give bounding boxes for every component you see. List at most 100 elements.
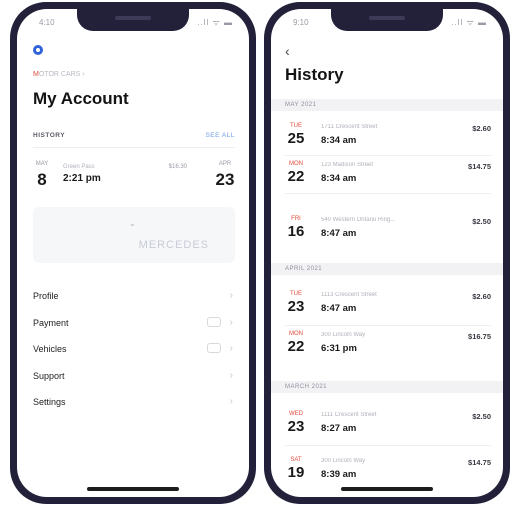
- chevron-down-icon[interactable]: ⌄: [129, 219, 136, 228]
- chevron-right-icon: ›: [229, 343, 233, 354]
- trip-day: 8: [37, 170, 47, 189]
- history-screen: 9:10 ..ll ᯤ ▬ ‹ History MAY 2021 TUE 25 …: [271, 9, 503, 497]
- vehicle-label: MERCEDES: [138, 239, 209, 251]
- history-row[interactable]: SAT 19 300 Lincoln Way 8:39 am $14.75: [285, 457, 491, 491]
- row-day: 19: [287, 464, 305, 481]
- page-title: My Account: [33, 89, 129, 108]
- history-row[interactable]: TUE 23 1113 Crescent Street 8:47 am $2.6…: [285, 291, 491, 325]
- menu-item-label: Support: [33, 370, 65, 381]
- home-indicator[interactable]: [341, 487, 433, 491]
- chevron-right-icon: ›: [229, 396, 233, 407]
- phone-account: 4:10 ..ll ᯤ ▬ MOTOR CARS › My Account HI…: [10, 2, 256, 504]
- row-location: 300 Lincoln Way: [321, 458, 366, 464]
- menu-item-label: Vehicles: [33, 344, 67, 354]
- menu-item-support[interactable]: Support ›: [33, 363, 235, 390]
- row-amount: $2.50: [472, 412, 491, 421]
- row-location: 1113 Crescent Street: [321, 292, 377, 298]
- notch: [331, 9, 443, 31]
- history-header: HISTORY SEE ALL: [33, 132, 235, 139]
- trip-amount: $16.30: [168, 164, 187, 170]
- row-location: 1711 Crescent Street: [321, 124, 378, 130]
- divider: [285, 325, 491, 326]
- app-logo-icon: [33, 45, 43, 55]
- row-amount: $2.60: [472, 124, 491, 133]
- trip-day-2: 23: [215, 170, 235, 189]
- row-day: 22: [287, 168, 305, 185]
- back-chevron-icon[interactable]: ‹: [285, 43, 290, 59]
- vehicle-card[interactable]: ⌄ MERCEDES: [33, 207, 235, 263]
- account-menu: Profile › Payment › Vehicles › Support ›…: [33, 283, 235, 416]
- trip-time: 2:21 pm: [63, 173, 101, 184]
- row-location: 123 Madison Street: [321, 162, 374, 168]
- row-day: 25: [287, 130, 305, 147]
- chevron-right-icon: ›: [229, 316, 233, 328]
- home-indicator[interactable]: [87, 487, 179, 491]
- trip-month: MAY: [35, 161, 49, 167]
- menu-item-label: Settings: [33, 397, 66, 407]
- row-day: 16: [287, 223, 305, 240]
- notch: [77, 9, 189, 31]
- row-amount: $14.75: [468, 162, 491, 171]
- breadcrumb-label: OTOR CARS ›: [38, 71, 85, 78]
- section-header: APRIL 2021: [271, 263, 503, 275]
- row-amount: $16.75: [468, 332, 491, 341]
- row-location: 540 Western Ontario Ring...: [321, 217, 396, 223]
- history-label: HISTORY: [33, 132, 66, 139]
- divider: [285, 193, 491, 194]
- menu-item-vehicles[interactable]: Vehicles ›: [33, 336, 235, 363]
- section-header: MAY 2021: [271, 99, 503, 111]
- row-day: 23: [287, 298, 305, 315]
- history-row[interactable]: WED 23 1111 Crescent Street 8:27 am $2.5…: [285, 411, 491, 445]
- car-icon: [207, 343, 221, 353]
- row-weekday: SAT: [290, 457, 302, 463]
- history-row[interactable]: FRI 16 540 Western Ontario Ring... 8:47 …: [285, 216, 491, 250]
- page-title: History: [285, 65, 344, 84]
- status-time: 4:10: [39, 18, 55, 27]
- row-amount: $14.75: [468, 458, 491, 467]
- row-weekday: FRI: [291, 216, 301, 222]
- row-time: 8:47 am: [321, 228, 357, 239]
- breadcrumb[interactable]: MOTOR CARS ›: [33, 71, 85, 78]
- see-all-link[interactable]: SEE ALL: [205, 132, 235, 139]
- menu-item-payment[interactable]: Payment ›: [33, 310, 235, 337]
- row-amount: $2.60: [472, 292, 491, 301]
- menu-item-label: Payment: [33, 317, 69, 328]
- row-weekday: WED: [289, 411, 303, 417]
- history-row[interactable]: MON 22 300 Lincoln Way 6:31 pm $16.75: [285, 331, 491, 365]
- divider: [285, 445, 491, 446]
- row-location: 300 Lincoln Way: [321, 332, 366, 338]
- row-weekday: MON: [289, 331, 303, 337]
- menu-item-profile[interactable]: Profile ›: [33, 283, 235, 310]
- row-time: 8:34 am: [321, 173, 357, 184]
- card-icon: [207, 316, 221, 327]
- row-day: 23: [287, 418, 305, 435]
- recent-trip-row[interactable]: MAY 8 Green Pass 2:21 pm $16.30 APR 23: [33, 161, 235, 197]
- divider: [285, 155, 491, 156]
- status-icons: ..ll ᯤ ▬: [451, 18, 487, 27]
- status-icons: ..ll ᯤ ▬: [197, 18, 233, 27]
- history-row[interactable]: MON 22 123 Madison Street 8:34 am $14.75: [285, 161, 491, 195]
- row-time: 8:27 am: [321, 423, 357, 434]
- row-weekday: MON: [289, 161, 303, 167]
- trip-month-2: APR: [218, 161, 232, 167]
- menu-item-label: Profile: [33, 291, 59, 301]
- menu-item-settings[interactable]: Settings ›: [33, 389, 235, 416]
- phone-history: 9:10 ..ll ᯤ ▬ ‹ History MAY 2021 TUE 25 …: [264, 2, 510, 504]
- row-weekday: TUE: [290, 291, 302, 297]
- account-screen: 4:10 ..ll ᯤ ▬ MOTOR CARS › My Account HI…: [17, 9, 249, 497]
- row-time: 8:34 am: [321, 135, 357, 146]
- row-day: 22: [287, 338, 305, 355]
- divider: [33, 147, 235, 148]
- chevron-right-icon: ›: [229, 369, 233, 381]
- history-row[interactable]: TUE 25 1711 Crescent Street 8:34 am $2.6…: [285, 123, 491, 157]
- row-time: 8:39 am: [321, 469, 357, 480]
- trip-location: Green Pass: [63, 164, 95, 170]
- row-amount: $2.50: [472, 217, 491, 226]
- row-time: 8:47 am: [321, 303, 357, 314]
- status-time: 9:10: [293, 18, 309, 27]
- section-header: MARCH 2021: [271, 381, 503, 393]
- row-location: 1111 Crescent Street: [321, 412, 377, 418]
- row-time: 6:31 pm: [321, 343, 357, 354]
- chevron-right-icon: ›: [229, 290, 233, 301]
- row-weekday: TUE: [290, 123, 302, 129]
